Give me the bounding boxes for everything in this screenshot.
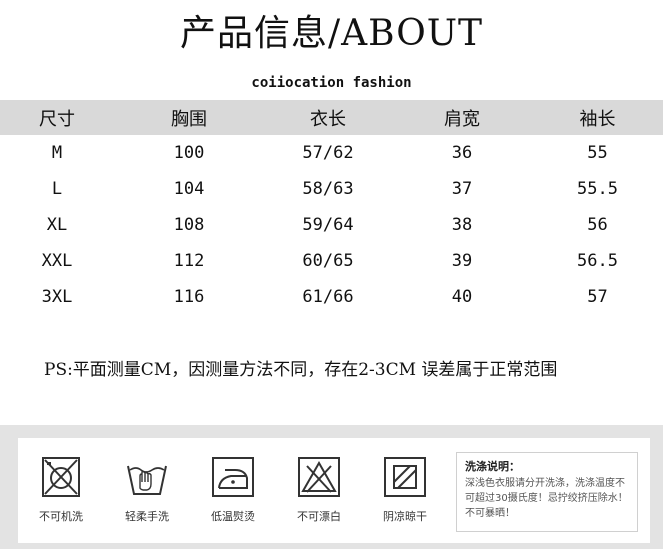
cell-size: 3XL [41, 287, 73, 307]
cell-sleeve: 56.5 [577, 251, 618, 271]
table-row: 3XL 116 61/66 40 57 [0, 279, 663, 315]
cell-sleeve: 55 [587, 143, 608, 163]
cell-shoulder: 37 [451, 179, 473, 199]
care-label: 阴凉晾干 [383, 510, 427, 523]
column-header-length: 衣长 [310, 108, 346, 130]
dry-in-shade-icon [384, 457, 426, 497]
care-label: 轻柔手洗 [125, 510, 169, 523]
cell-length: 59/64 [302, 215, 354, 235]
page-title: 产品信息/ABOUT [179, 13, 484, 54]
care-panel: 不可机洗 轻柔手洗 低温熨烫 不可漂白 阴凉晾干 洗涤说明： 深浅色衣服请分开洗… [0, 425, 663, 549]
brand-subtitle: coiiocation fashion [251, 75, 412, 91]
cell-size: XXL [41, 251, 73, 271]
care-item-hand-wash: 轻柔手洗 [112, 454, 182, 524]
low-temp-iron-icon [212, 457, 254, 497]
cell-length: 61/66 [302, 287, 354, 307]
care-item-low-temp-iron: 低温熨烫 [198, 454, 268, 524]
care-item-no-bleach: 不可漂白 [284, 454, 354, 524]
cell-chest: 112 [173, 251, 205, 271]
care-label: 不可漂白 [297, 510, 341, 523]
size-table-header: 尺寸 胸围 衣长 肩宽 袖长 [0, 100, 663, 135]
cell-sleeve: 57 [587, 287, 608, 307]
size-table: 尺寸 胸围 衣长 肩宽 袖长 M 100 57/62 36 55 L 104 5… [0, 100, 663, 315]
wash-instructions-text: 深浅色衣服请分开洗涤，洗涤温度不可超过30摄氏度！忌拧绞挤压除水！不可暴晒！ [465, 478, 628, 519]
table-row: M 100 57/62 36 55 [0, 135, 663, 171]
cell-length: 60/65 [302, 251, 354, 271]
table-row: XXL 112 60/65 39 56.5 [0, 243, 663, 279]
table-row: XL 108 59/64 38 56 [0, 207, 663, 243]
no-machine-wash-icon [42, 457, 80, 497]
cell-chest: 116 [173, 287, 205, 307]
cell-size: M [51, 143, 63, 163]
cell-length: 58/63 [302, 179, 354, 199]
column-header-shoulder: 肩宽 [444, 108, 480, 130]
hand-wash-icon [127, 465, 167, 495]
wash-instructions: 洗涤说明： 深浅色衣服请分开洗涤，洗涤温度不可超过30摄氏度！忌拧绞挤压除水！不… [456, 452, 638, 532]
care-label: 低温熨烫 [211, 510, 255, 523]
cell-chest: 100 [173, 143, 205, 163]
cell-shoulder: 40 [451, 287, 473, 307]
care-label: 不可机洗 [39, 510, 83, 523]
cell-shoulder: 38 [451, 215, 473, 235]
column-header-sleeve: 袖长 [579, 108, 616, 130]
cell-size: L [51, 179, 63, 199]
no-bleach-icon [298, 457, 340, 497]
care-item-dry-in-shade: 阴凉晾干 [370, 454, 440, 524]
wash-instructions-title: 洗涤说明： [465, 460, 520, 473]
column-header-chest: 胸围 [171, 108, 207, 130]
cell-chest: 108 [173, 215, 205, 235]
cell-sleeve: 55.5 [577, 179, 618, 199]
cell-chest: 104 [173, 179, 205, 199]
care-item-no-machine-wash: 不可机洗 [26, 454, 96, 524]
cell-size: XL [46, 215, 68, 235]
cell-shoulder: 36 [451, 143, 473, 163]
cell-sleeve: 56 [587, 215, 608, 235]
cell-length: 57/62 [302, 143, 354, 163]
column-header-size: 尺寸 [39, 108, 75, 130]
care-panel-inner: 不可机洗 轻柔手洗 低温熨烫 不可漂白 阴凉晾干 洗涤说明： 深浅色衣服请分开洗… [18, 438, 650, 543]
measurement-note: PS:平面测量CM，因测量方法不同，存在2-3CM 误差属于正常范围 [44, 360, 558, 380]
table-row: L 104 58/63 37 55.5 [0, 171, 663, 207]
cell-shoulder: 39 [451, 251, 473, 271]
